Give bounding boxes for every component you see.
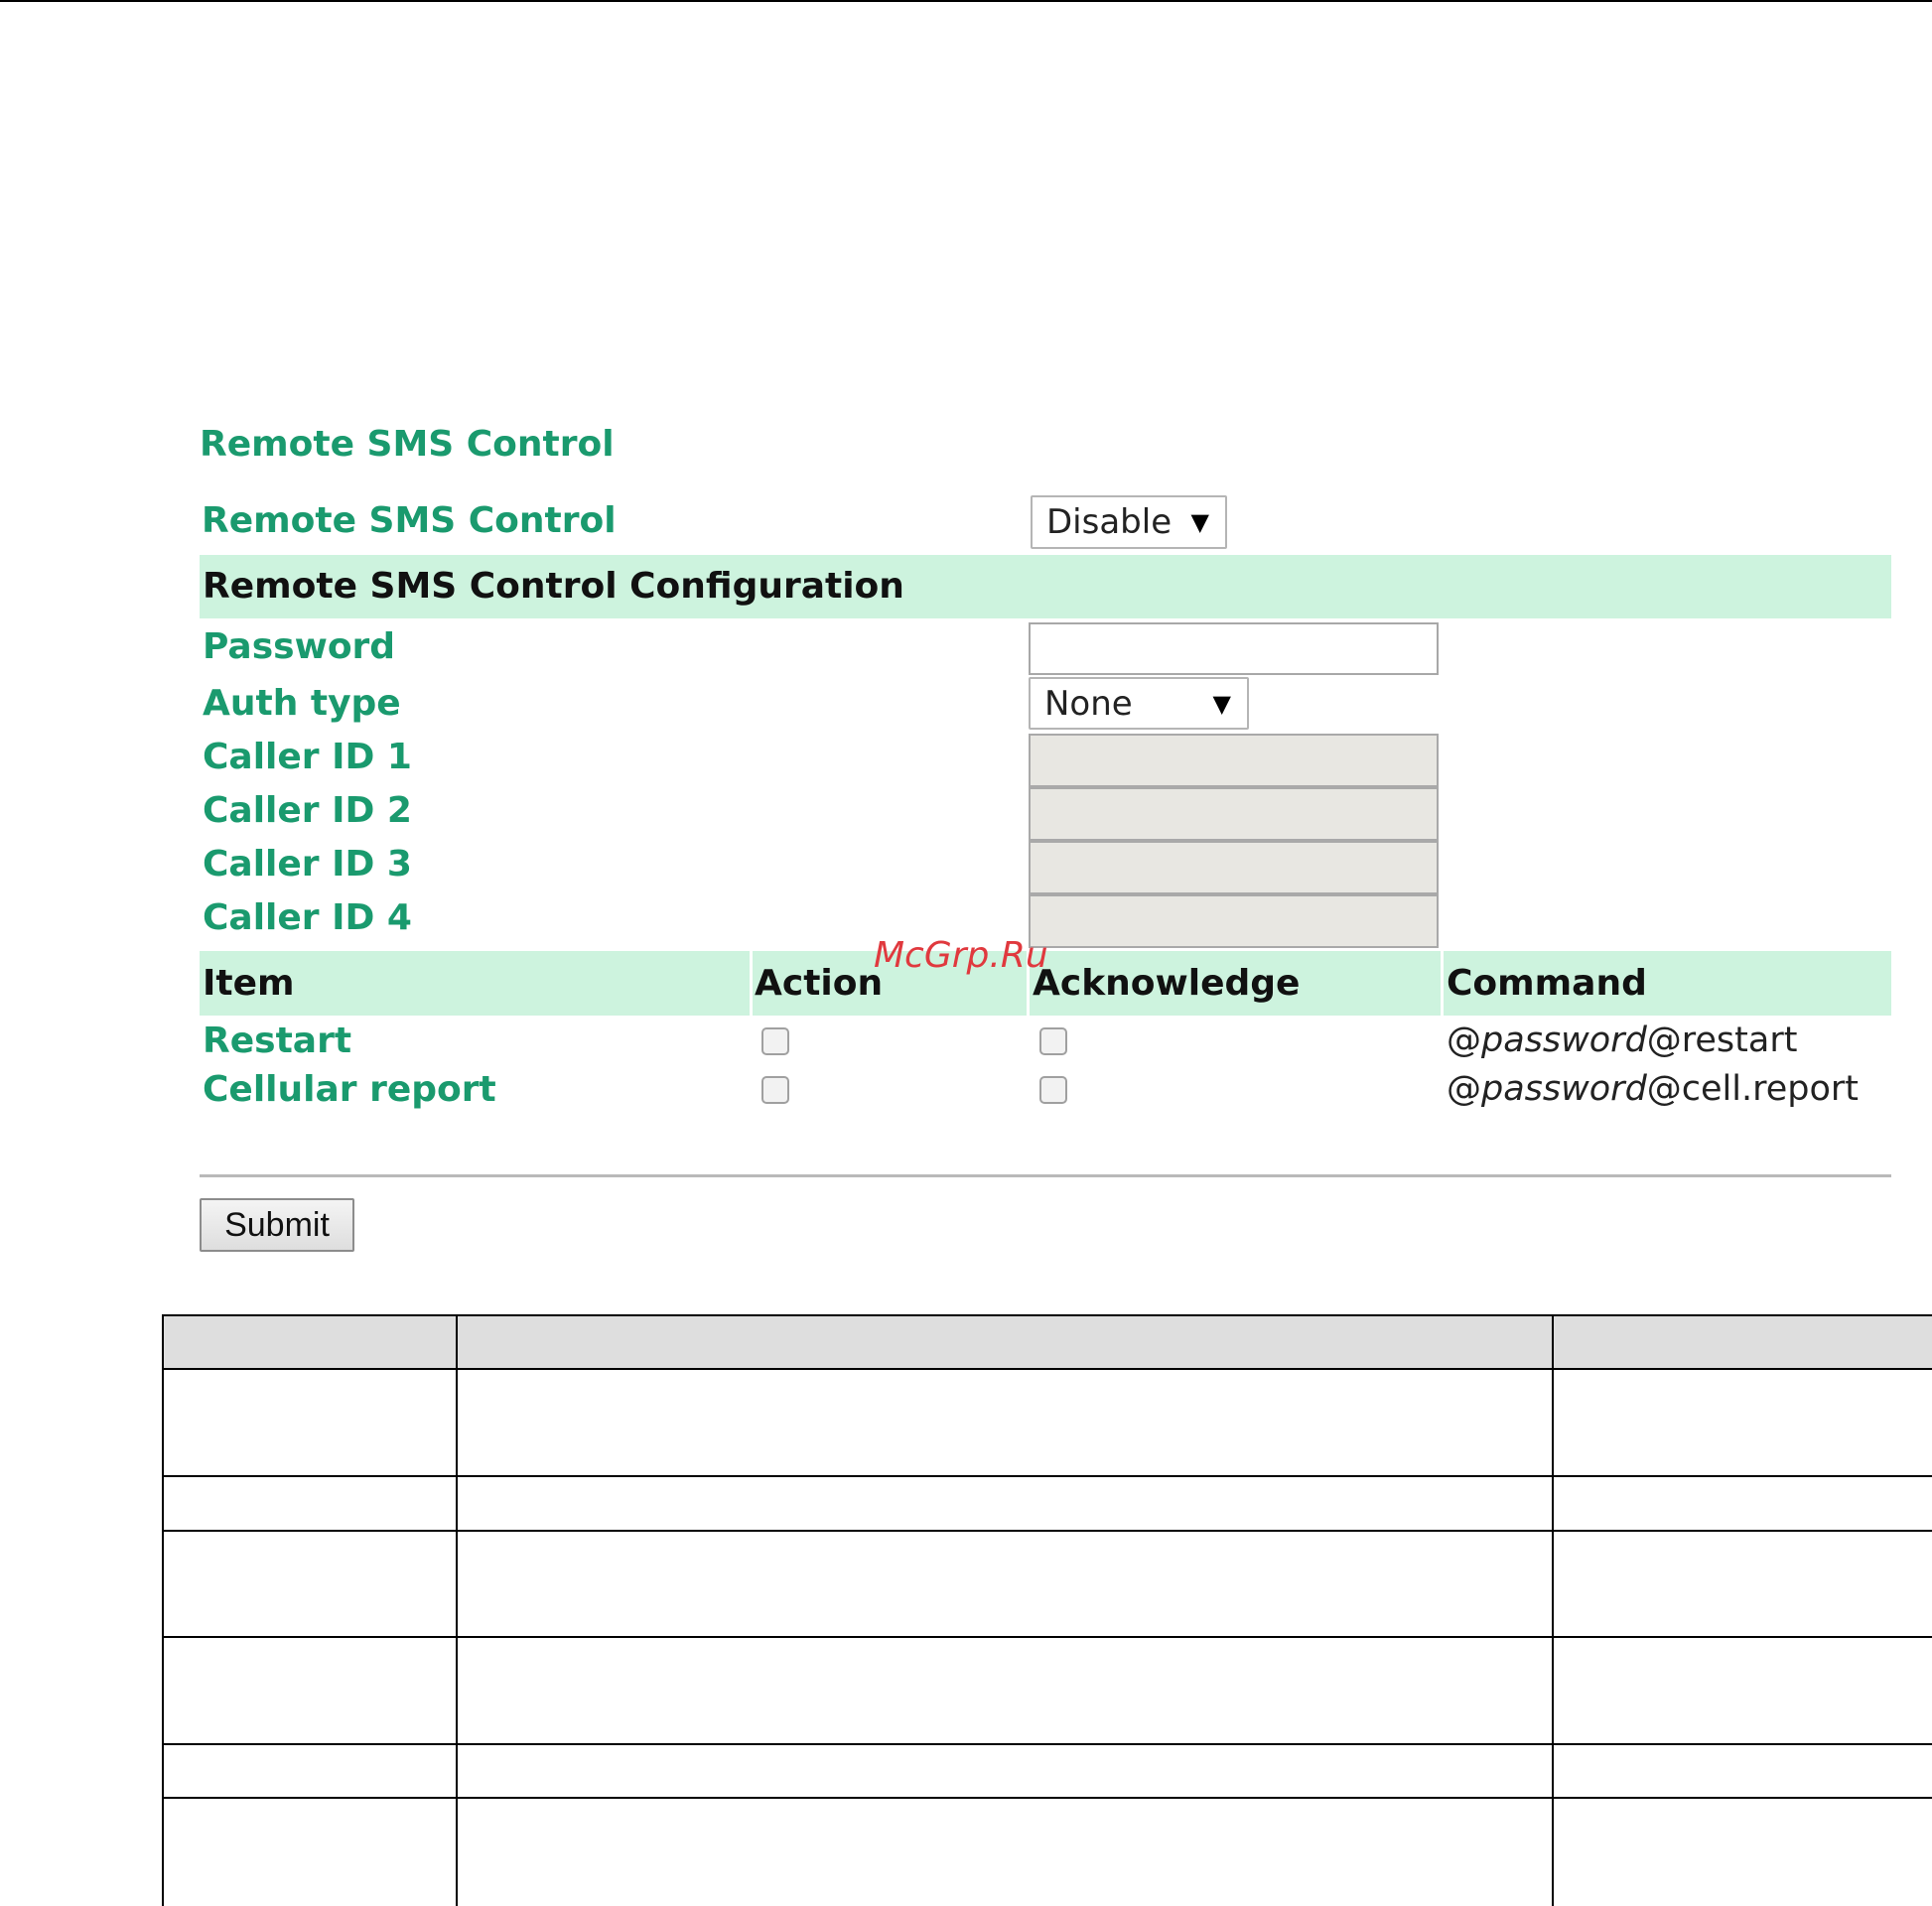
caller-id-2-input[interactable] xyxy=(1029,787,1439,841)
table-rule xyxy=(162,1530,1932,1532)
caller-id-3-input[interactable] xyxy=(1029,841,1439,894)
header-acknowledge: Acknowledge xyxy=(1033,963,1301,1004)
config-header-title: Remote SMS Control Configuration xyxy=(203,566,904,607)
auth-type-selected-value: None xyxy=(1044,683,1133,724)
caller-id-4-label: Caller ID 4 xyxy=(203,897,412,938)
table-column-rule xyxy=(1552,1314,1554,1906)
table-rule xyxy=(162,1368,1932,1370)
remote-sms-select[interactable]: Disable ▼ xyxy=(1031,495,1227,549)
form-divider xyxy=(200,1174,1891,1177)
table-rule xyxy=(162,1743,1932,1745)
cmd-prefix: @ xyxy=(1447,1021,1481,1060)
header-action: Action xyxy=(755,963,884,1004)
watermark-text: McGrp.Ru xyxy=(874,935,1048,976)
cellular-report-command-text: @password@cell.report xyxy=(1447,1072,1859,1107)
table-rule xyxy=(162,1475,1932,1477)
caller-id-3-label: Caller ID 3 xyxy=(203,844,412,885)
blank-table-header-row xyxy=(162,1314,1932,1369)
table-column-rule xyxy=(162,1314,164,1906)
table-rule xyxy=(162,1314,1932,1316)
table-rule xyxy=(162,1636,1932,1638)
cmd-suffix: @cell.report xyxy=(1646,1069,1860,1109)
section-title: Remote SMS Control xyxy=(200,424,615,465)
caller-id-4-input[interactable] xyxy=(1029,894,1439,948)
dropdown-arrow-icon: ▼ xyxy=(1212,689,1231,718)
caller-id-1-input[interactable] xyxy=(1029,734,1439,787)
cellular-report-acknowledge-checkbox[interactable] xyxy=(1039,1076,1067,1104)
cmd-password-placeholder: password xyxy=(1481,1021,1647,1060)
auth-type-label: Auth type xyxy=(203,683,401,724)
cmd-prefix: @ xyxy=(1447,1069,1481,1109)
table-rule xyxy=(162,1797,1932,1799)
page-top-rule xyxy=(0,0,1932,2)
password-label: Password xyxy=(203,626,396,667)
header-command: Command xyxy=(1447,963,1647,1004)
cmd-suffix: @restart xyxy=(1646,1021,1798,1060)
restart-action-checkbox[interactable] xyxy=(761,1027,789,1055)
restart-acknowledge-checkbox[interactable] xyxy=(1039,1027,1067,1055)
caller-id-2-label: Caller ID 2 xyxy=(203,790,412,831)
blank-reference-table xyxy=(162,1314,1932,1906)
cmd-password-placeholder: password xyxy=(1481,1069,1647,1109)
caller-id-1-label: Caller ID 1 xyxy=(203,737,412,777)
auth-type-select[interactable]: None ▼ xyxy=(1029,677,1249,730)
header-item: Item xyxy=(203,963,295,1004)
row-restart-label: Restart xyxy=(203,1021,352,1061)
submit-button[interactable]: Submit xyxy=(200,1198,354,1252)
password-input[interactable] xyxy=(1029,622,1439,675)
dropdown-arrow-icon: ▼ xyxy=(1190,508,1209,536)
table-column-rule xyxy=(456,1314,458,1906)
restart-command-text: @password@restart xyxy=(1447,1023,1797,1058)
cellular-report-action-checkbox[interactable] xyxy=(761,1076,789,1104)
row-cellular-report-label: Cellular report xyxy=(203,1069,496,1110)
remote-sms-selected-value: Disable xyxy=(1046,502,1173,542)
remote-sms-label: Remote SMS Control xyxy=(202,500,617,541)
